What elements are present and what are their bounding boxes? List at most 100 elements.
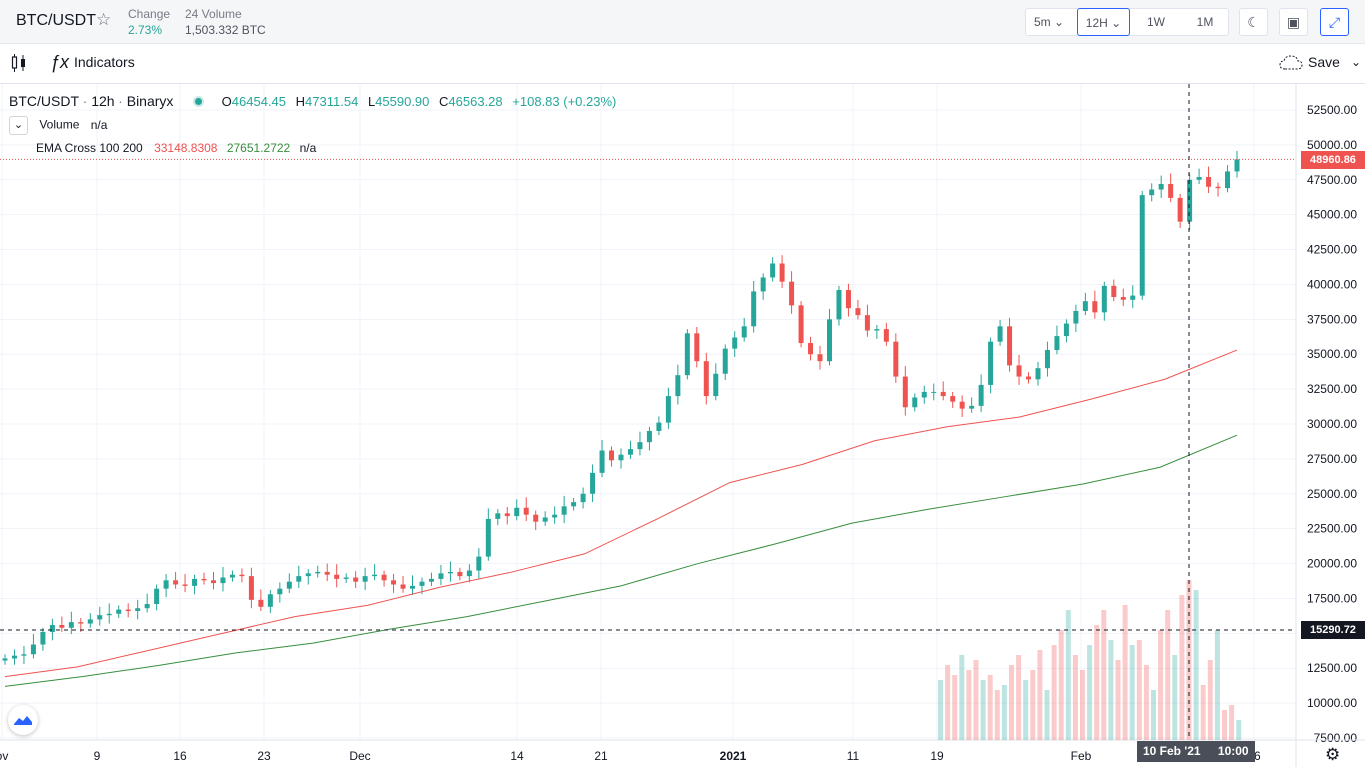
volume-bar	[1016, 655, 1022, 740]
collapse-chevron-icon[interactable]: ⌄	[9, 116, 28, 135]
candle-body	[1092, 301, 1098, 313]
price-tick-label: 45000.00	[1307, 208, 1357, 222]
change-label: Change	[128, 7, 171, 21]
timeframe-5m[interactable]: 5m ⌄	[1027, 8, 1071, 36]
candle-body	[315, 571, 321, 574]
candle-body	[921, 391, 927, 398]
candle-body	[656, 422, 662, 431]
crosshair-date: 10 Feb '21	[1143, 744, 1201, 758]
change-value-legend: +108.83 (+0.23%)	[512, 94, 617, 109]
header-bar: BTC/USDT ☆ Change 2.73% 24 Volume 1,503.…	[0, 0, 1365, 44]
volume-bar	[1136, 640, 1142, 740]
time-tick-label: Feb	[1071, 749, 1092, 763]
symbol-title[interactable]: BTC/USDT	[16, 12, 96, 30]
candle-body	[353, 577, 359, 582]
volume-bar	[945, 665, 951, 740]
legend-exchange: Binaryx	[126, 93, 174, 109]
candle-body	[1158, 183, 1164, 190]
price-chart[interactable]: 52500.00 50000.00 47500.00 45000.00 42500.00…	[0, 84, 1365, 767]
layout-icon[interactable]: ▣	[1279, 8, 1308, 36]
moon-icon[interactable]: ☾	[1239, 8, 1268, 36]
volume-bar	[1080, 670, 1085, 740]
volume-bar	[1122, 605, 1128, 740]
function-icon[interactable]: ƒx	[50, 52, 69, 73]
candle-body	[49, 624, 55, 632]
timeframe-1m[interactable]: 1M	[1184, 8, 1226, 36]
candle-body	[1139, 195, 1145, 296]
candle-body	[590, 472, 596, 494]
candle-body	[1215, 186, 1221, 189]
candle-body	[466, 570, 472, 577]
volume-bar	[1051, 645, 1057, 740]
candle-body	[902, 376, 908, 408]
price-tick-label: 35000.00	[1307, 347, 1357, 361]
star-icon[interactable]: ☆	[96, 10, 111, 30]
price-tick-label: 17500.00	[1307, 591, 1357, 605]
candle-body	[229, 574, 235, 578]
candle-body	[324, 571, 330, 575]
candle-body	[997, 326, 1003, 342]
candle-body	[533, 514, 539, 522]
volume-bar	[1001, 685, 1007, 740]
candle-body	[931, 391, 937, 393]
cloud-icon[interactable]	[1279, 55, 1303, 74]
price-tick-label: 10000.00	[1307, 696, 1357, 710]
volume-bar	[952, 675, 958, 740]
candle-body	[296, 576, 302, 582]
volume-bar	[1214, 630, 1220, 740]
candle-body	[751, 291, 757, 327]
price-tick-label: 47500.00	[1307, 173, 1357, 187]
chevron-down-icon[interactable]: ⌄	[1351, 55, 1361, 69]
candle-body	[580, 493, 586, 503]
timeframe-12h[interactable]: 12H ⌄	[1077, 8, 1130, 36]
timeframe-12h-label: 12H	[1085, 16, 1108, 30]
candle-body	[173, 580, 179, 585]
candle-body	[1130, 295, 1136, 300]
candle-body	[210, 580, 216, 584]
price-tick-label: 32500.00	[1307, 382, 1357, 396]
candle-body	[874, 329, 880, 331]
candle-body	[372, 574, 378, 577]
save-button[interactable]: Save	[1308, 54, 1340, 70]
time-tick-label: 21	[594, 749, 608, 763]
ema100-value: 33148.8308	[154, 141, 218, 155]
gear-icon[interactable]: ⚙	[1325, 745, 1340, 765]
low-value: 45590.90	[375, 94, 430, 109]
price-tick-label: 40000.00	[1307, 277, 1357, 291]
candle-body	[770, 263, 776, 278]
candle-body	[599, 450, 605, 473]
legend-symbol: BTC/USDT	[9, 93, 79, 109]
volume-legend-label: Volume	[39, 117, 80, 132]
candle-body	[267, 594, 273, 607]
candle-body	[248, 576, 254, 600]
timeframe-1w[interactable]: 1W	[1136, 8, 1176, 36]
candle-body	[883, 329, 889, 342]
candle-body	[258, 599, 264, 607]
candle-body	[514, 507, 520, 517]
candle-body	[391, 580, 397, 585]
candle-body	[732, 337, 738, 349]
volume-bar	[1108, 640, 1114, 740]
candle-body	[485, 518, 491, 557]
candle-body	[571, 502, 577, 507]
tradingview-logo-icon[interactable]	[8, 705, 38, 735]
candles-icon[interactable]	[11, 53, 27, 78]
candle-body	[1054, 336, 1060, 351]
price-tick-label: 22500.00	[1307, 522, 1357, 536]
market-status-icon	[193, 96, 205, 107]
volume-bar	[938, 680, 943, 740]
fullscreen-icon[interactable]: ⤢	[1320, 8, 1349, 36]
candle-body	[694, 333, 700, 362]
price-tick-label: 42500.00	[1307, 243, 1357, 257]
candle-body	[220, 577, 226, 584]
indicators-button[interactable]: Indicators	[74, 54, 135, 70]
candle-body	[362, 576, 368, 582]
time-tick-label: 19	[930, 749, 944, 763]
candle-body	[609, 450, 615, 461]
volume-bar	[1179, 595, 1185, 740]
candle-body	[116, 609, 122, 614]
chart-area[interactable]: 52500.00 50000.00 47500.00 45000.00 42500.00…	[0, 84, 1365, 767]
ema-legend: EMA Cross 100 200 33148.8308 27651.2722 …	[36, 141, 316, 155]
candle-body	[713, 373, 719, 397]
candle-body	[940, 391, 946, 397]
